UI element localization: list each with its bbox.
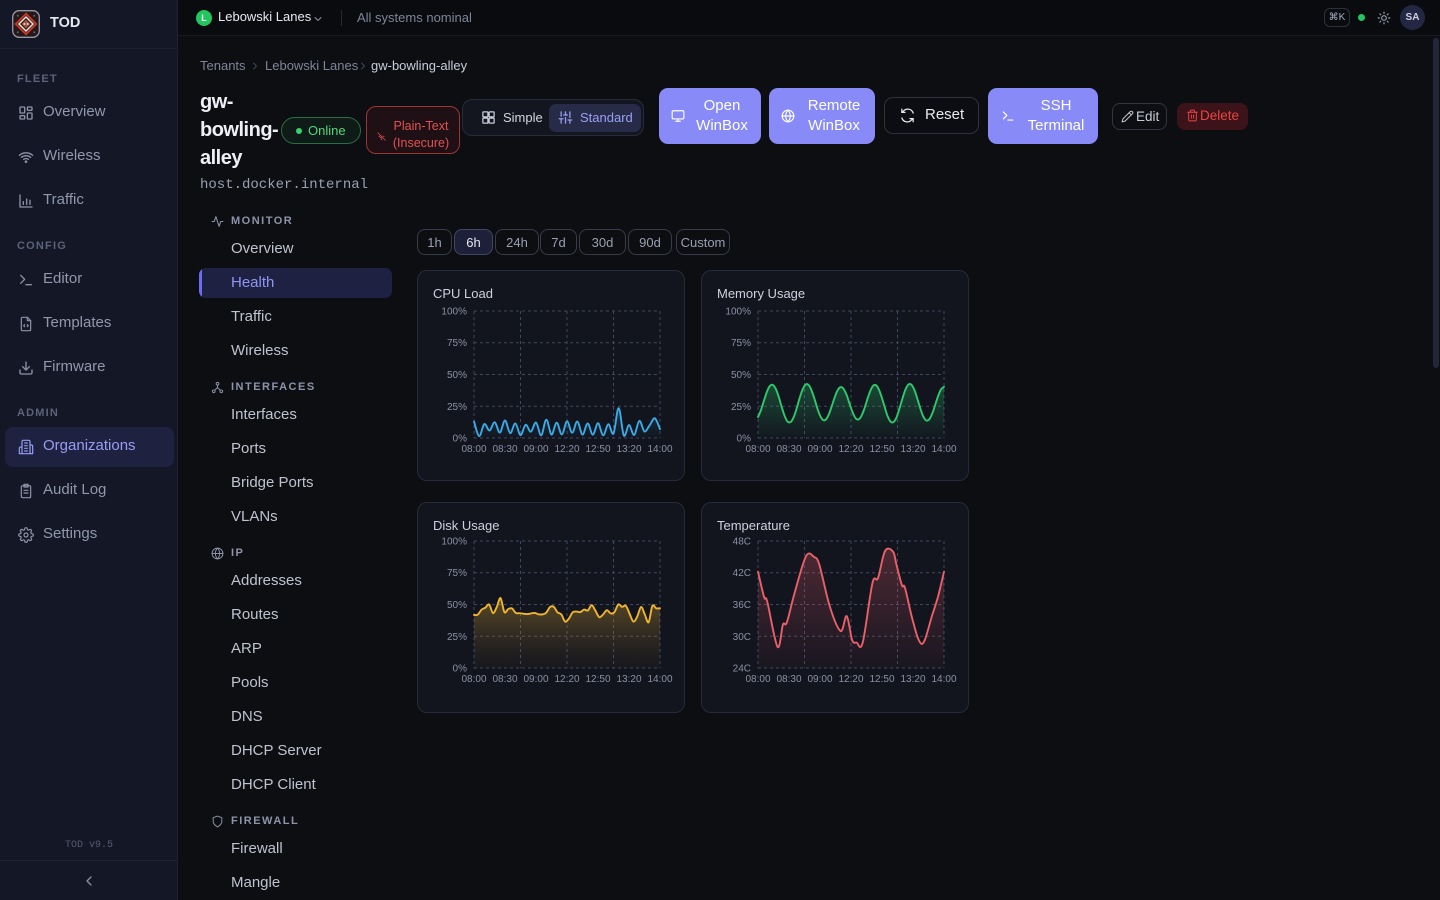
svg-text:36C: 36C bbox=[733, 600, 751, 611]
svg-text:12:20: 12:20 bbox=[554, 674, 579, 685]
svg-text:13:20: 13:20 bbox=[616, 674, 641, 685]
svg-text:50%: 50% bbox=[731, 370, 751, 381]
svg-text:25%: 25% bbox=[447, 402, 467, 413]
svg-text:08:30: 08:30 bbox=[492, 444, 517, 455]
svg-text:0%: 0% bbox=[453, 664, 468, 675]
svg-text:75%: 75% bbox=[731, 338, 751, 349]
svg-text:08:00: 08:00 bbox=[745, 674, 770, 685]
svg-text:09:00: 09:00 bbox=[807, 444, 832, 455]
svg-text:12:50: 12:50 bbox=[585, 444, 610, 455]
svg-text:100%: 100% bbox=[725, 307, 751, 318]
svg-text:100%: 100% bbox=[441, 307, 467, 318]
svg-text:100%: 100% bbox=[441, 537, 467, 548]
svg-text:25%: 25% bbox=[447, 632, 467, 643]
svg-text:14:00: 14:00 bbox=[647, 674, 672, 685]
svg-text:25%: 25% bbox=[731, 402, 751, 413]
svg-text:12:20: 12:20 bbox=[838, 444, 863, 455]
svg-text:13:20: 13:20 bbox=[900, 674, 925, 685]
svg-text:08:00: 08:00 bbox=[461, 674, 486, 685]
svg-text:42C: 42C bbox=[733, 568, 751, 579]
svg-text:13:20: 13:20 bbox=[616, 444, 641, 455]
svg-text:09:00: 09:00 bbox=[523, 444, 548, 455]
svg-text:30C: 30C bbox=[733, 632, 751, 643]
svg-text:12:50: 12:50 bbox=[585, 674, 610, 685]
svg-text:08:30: 08:30 bbox=[776, 444, 801, 455]
svg-text:12:50: 12:50 bbox=[869, 444, 894, 455]
svg-text:13:20: 13:20 bbox=[900, 444, 925, 455]
svg-text:08:00: 08:00 bbox=[745, 444, 770, 455]
svg-text:09:00: 09:00 bbox=[523, 674, 548, 685]
svg-text:0%: 0% bbox=[737, 434, 752, 445]
svg-text:12:20: 12:20 bbox=[838, 674, 863, 685]
svg-text:48C: 48C bbox=[733, 537, 751, 548]
svg-text:50%: 50% bbox=[447, 600, 467, 611]
svg-text:50%: 50% bbox=[447, 370, 467, 381]
svg-text:08:00: 08:00 bbox=[461, 444, 486, 455]
svg-text:14:00: 14:00 bbox=[931, 674, 956, 685]
svg-text:14:00: 14:00 bbox=[931, 444, 956, 455]
svg-text:09:00: 09:00 bbox=[807, 674, 832, 685]
svg-text:14:00: 14:00 bbox=[647, 444, 672, 455]
svg-text:0%: 0% bbox=[453, 434, 468, 445]
svg-text:12:20: 12:20 bbox=[554, 444, 579, 455]
svg-text:75%: 75% bbox=[447, 568, 467, 579]
svg-text:24C: 24C bbox=[733, 664, 751, 675]
svg-text:12:50: 12:50 bbox=[869, 674, 894, 685]
svg-text:08:30: 08:30 bbox=[492, 674, 517, 685]
svg-text:75%: 75% bbox=[447, 338, 467, 349]
svg-text:08:30: 08:30 bbox=[776, 674, 801, 685]
